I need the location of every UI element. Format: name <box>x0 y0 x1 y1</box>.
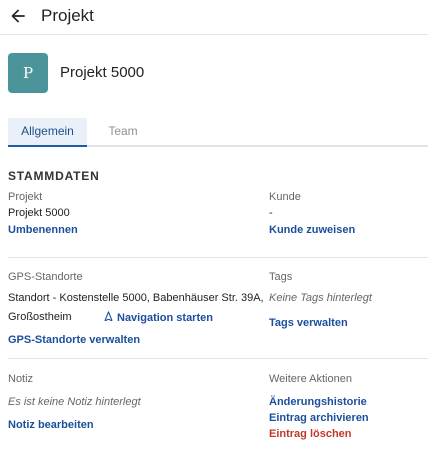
tab-team[interactable]: Team <box>87 118 159 145</box>
tab-allgemein[interactable]: Allgemein <box>8 118 87 147</box>
projekt-value: Projekt 5000 <box>8 207 70 219</box>
project-name: Projekt 5000 <box>60 64 145 81</box>
navigation-start-link[interactable]: Navigation starten <box>103 311 213 324</box>
history-link[interactable]: Änderungshistorie <box>269 396 367 408</box>
page-title: Projekt <box>41 6 94 25</box>
gps-label: GPS-Standorte <box>8 271 83 283</box>
top-app-bar: Projekt <box>0 0 428 35</box>
tags-label: Tags <box>269 271 293 283</box>
tags-empty-text: Keine Tags hinterlegt <box>269 292 372 304</box>
actions-label: Weitere Aktionen <box>269 373 352 385</box>
manage-tags-link[interactable]: Tags verwalten <box>269 317 348 329</box>
navigation-icon <box>104 311 113 322</box>
tab-bar: Allgemein Team <box>8 118 428 147</box>
notiz-empty-text: Es ist keine Notiz hinterlegt <box>8 396 141 408</box>
navigation-start-label: Navigation starten <box>117 312 213 324</box>
kunde-label: Kunde <box>269 191 301 203</box>
project-avatar: P <box>8 53 48 93</box>
notiz-label: Notiz <box>8 373 34 385</box>
gps-address-line2: Großostheim <box>8 311 72 323</box>
arrow-back-icon[interactable] <box>8 6 28 26</box>
edit-note-link[interactable]: Notiz bearbeiten <box>8 419 94 431</box>
gps-address-line1: Standort - Kostenstelle 5000, Babenhäuse… <box>8 292 264 304</box>
divider <box>8 257 428 258</box>
divider <box>8 358 428 359</box>
rename-link[interactable]: Umbenennen <box>8 224 78 236</box>
delete-link[interactable]: Eintrag löschen <box>269 428 352 440</box>
kunde-value: - <box>269 207 273 219</box>
projekt-label: Projekt <box>8 191 43 203</box>
archive-link[interactable]: Eintrag archivieren <box>269 412 369 424</box>
manage-gps-link[interactable]: GPS-Standorte verwalten <box>8 334 140 346</box>
assign-customer-link[interactable]: Kunde zuweisen <box>269 224 355 236</box>
section-title-stammdaten: STAMMDATEN <box>8 169 100 183</box>
